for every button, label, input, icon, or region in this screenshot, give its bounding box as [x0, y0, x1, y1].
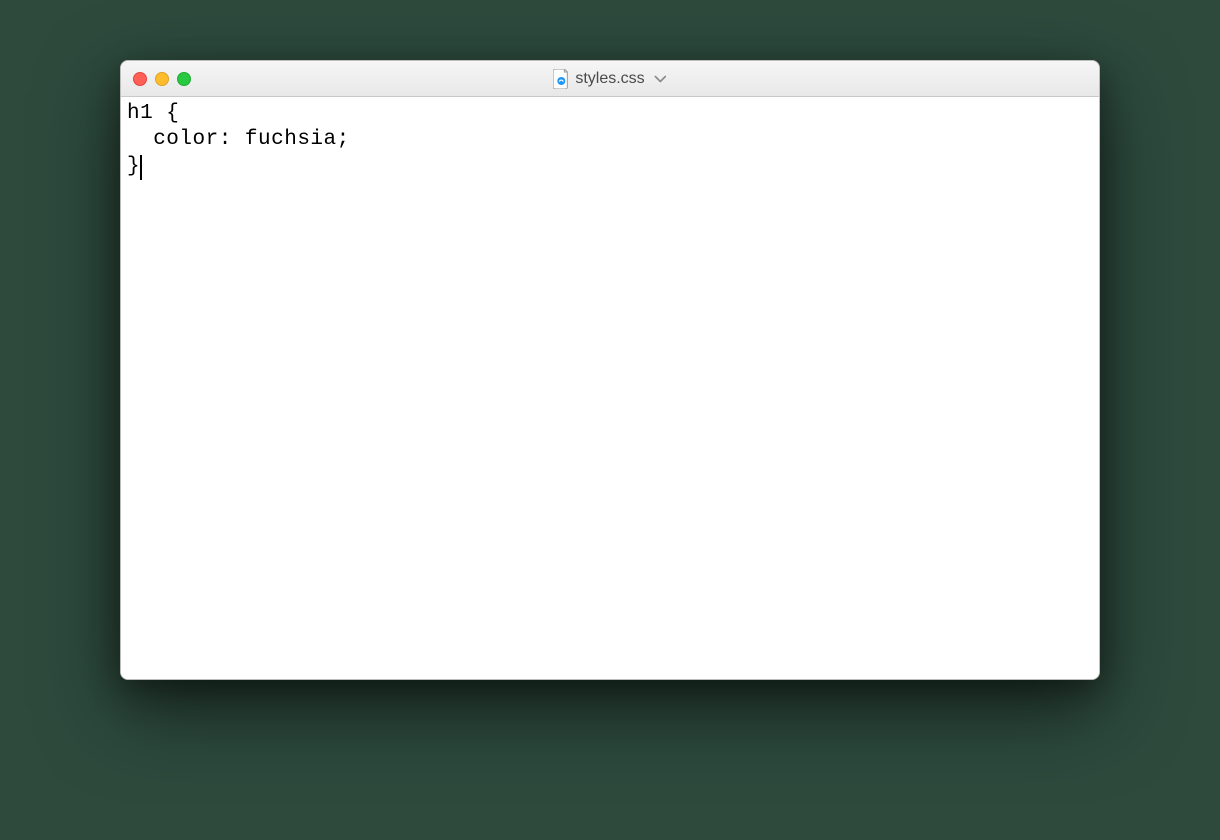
window-titlebar[interactable]: styles.css: [121, 61, 1099, 97]
code-line-2: color: fuchsia;: [127, 128, 350, 151]
editor-window: styles.css h1 { color: fuchsia; }: [120, 60, 1100, 680]
close-button[interactable]: [133, 72, 147, 86]
window-title: styles.css: [575, 70, 644, 88]
minimize-button[interactable]: [155, 72, 169, 86]
text-cursor: [140, 155, 142, 179]
chevron-down-icon: [655, 75, 667, 83]
traffic-lights: [133, 72, 191, 86]
code-line-3: }: [127, 155, 140, 178]
code-line-1: h1 {: [127, 102, 179, 125]
maximize-button[interactable]: [177, 72, 191, 86]
file-icon: [553, 69, 569, 89]
text-editor-area[interactable]: h1 { color: fuchsia; }: [121, 97, 1099, 679]
window-title-group[interactable]: styles.css: [553, 69, 666, 89]
